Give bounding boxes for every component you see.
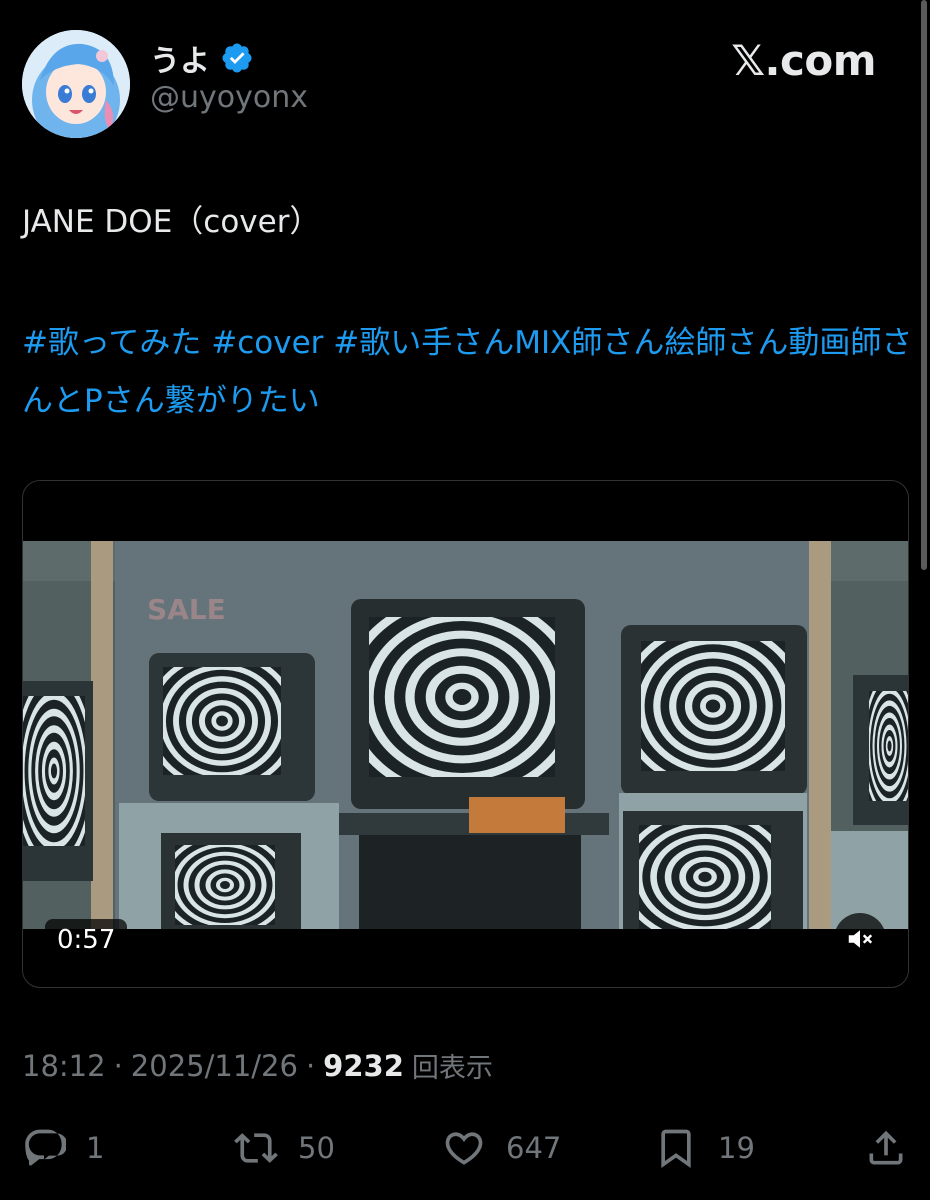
tweet-date[interactable]: 2025/11/26 <box>131 1049 298 1083</box>
share-icon <box>869 1130 903 1165</box>
tweet-time[interactable]: 18:12 <box>22 1049 106 1083</box>
bookmark-button[interactable]: 19 <box>654 1118 755 1178</box>
heart-icon <box>445 1132 483 1165</box>
video-player[interactable]: SALE 0:57 <box>22 480 909 988</box>
repost-count: 50 <box>298 1131 335 1165</box>
repost-button[interactable]: 50 <box>234 1118 335 1178</box>
reply-count: 1 <box>86 1131 105 1165</box>
author-name-row[interactable]: うよ <box>150 36 254 80</box>
sale-sign: SALE <box>147 593 226 626</box>
video-thumbnail: SALE <box>23 541 908 929</box>
reply-icon <box>25 1129 66 1166</box>
avatar-image <box>22 30 130 138</box>
verified-badge-icon <box>222 43 252 73</box>
tweet-hashtags[interactable]: #歌ってみた #cover #歌い手さんMIX師さん絵師さん動画師さんとPさん繋… <box>22 314 914 430</box>
author-display-name[interactable]: うよ <box>150 36 210 80</box>
scrollbar[interactable] <box>921 0 927 570</box>
like-count: 647 <box>506 1131 562 1165</box>
bookmark-icon <box>661 1129 691 1169</box>
like-button[interactable]: 647 <box>442 1118 561 1178</box>
speaker-muted-icon <box>848 930 873 948</box>
view-count: 9232 <box>323 1048 404 1083</box>
meta-separator: · <box>113 1048 123 1083</box>
tweet-meta: 18:12 · 2025/11/26 · 9232 回表示 <box>22 1046 493 1085</box>
scrollbar-thumb[interactable] <box>921 0 927 570</box>
video-duration: 0:57 <box>45 919 128 961</box>
view-count-label: 回表示 <box>411 1053 493 1084</box>
x-logo: 𝕏.com <box>731 36 876 85</box>
tweet-text: JANE DOE（cover） <box>22 204 321 240</box>
author-handle[interactable]: @uyoyonx <box>150 80 308 115</box>
action-bar: 1 50 647 19 <box>22 1118 908 1178</box>
bookmark-count: 19 <box>718 1131 755 1165</box>
reply-button[interactable]: 1 <box>22 1118 104 1178</box>
mute-button[interactable] <box>834 913 886 965</box>
avatar[interactable] <box>22 30 130 138</box>
repost-icon <box>234 1133 278 1163</box>
share-button[interactable] <box>864 1118 908 1178</box>
meta-separator: · <box>305 1048 316 1083</box>
video-frame[interactable]: SALE <box>23 541 908 929</box>
